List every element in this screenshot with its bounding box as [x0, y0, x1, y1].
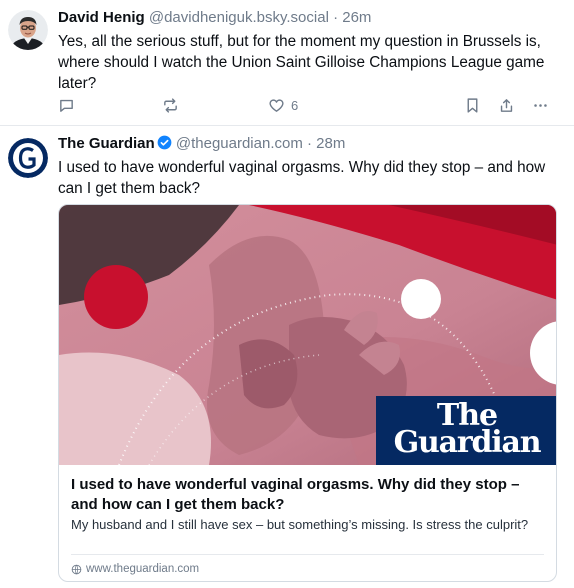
- verified-icon[interactable]: [157, 135, 172, 150]
- post-content: The Guardian @theguardian.com · 28m I us…: [58, 134, 560, 199]
- author-name[interactable]: David Henig: [58, 9, 145, 26]
- post-text: Yes, all the serious stuff, but for the …: [58, 33, 545, 92]
- card-divider: [71, 554, 544, 555]
- more-options-button[interactable]: [532, 95, 549, 115]
- post-header: The Guardian @theguardian.com · 28m: [58, 134, 560, 154]
- wordmark-line-2: Guardian: [393, 425, 542, 460]
- post-the-guardian[interactable]: The Guardian @theguardian.com · 28m I us…: [0, 126, 574, 588]
- more-icon: [534, 103, 547, 107]
- globe-icon: [71, 564, 82, 574]
- avatar-image: [8, 10, 48, 50]
- author-name[interactable]: The Guardian: [58, 135, 155, 152]
- share-icon: [500, 98, 513, 112]
- bookmark-icon: [467, 97, 478, 113]
- guardian-wordmark: The Guardian: [376, 398, 556, 465]
- avatar[interactable]: [8, 10, 48, 50]
- author-handle[interactable]: @theguardian.com: [176, 135, 303, 152]
- post-time[interactable]: 26m: [342, 9, 371, 26]
- post-content: David Henig @davidheniguk.bsky.social · …: [58, 8, 560, 94]
- separator: ·: [307, 135, 312, 152]
- post-david-henig[interactable]: David Henig @davidheniguk.bsky.social · …: [0, 0, 574, 126]
- repost-icon: [164, 97, 177, 113]
- post-actions: 6: [58, 95, 560, 115]
- bookmark-button[interactable]: [464, 95, 481, 115]
- post-header: David Henig @davidheniguk.bsky.social · …: [58, 8, 560, 28]
- like-button[interactable]: 6: [268, 95, 298, 115]
- post-text: I used to have wonderful vaginal orgasms…: [58, 159, 546, 197]
- repost-button[interactable]: [162, 95, 179, 115]
- like-icon: [269, 98, 284, 112]
- reply-button[interactable]: [58, 95, 75, 115]
- author-handle[interactable]: @davidheniguk.bsky.social: [149, 9, 329, 26]
- separator: ·: [333, 9, 339, 26]
- post-time[interactable]: 28m: [316, 135, 345, 152]
- card-description: My husband and I still have sex – but so…: [71, 517, 529, 532]
- guardian-logo-icon: [8, 138, 48, 178]
- card-title[interactable]: I used to have wonderful vaginal orgasms…: [71, 475, 542, 515]
- share-button[interactable]: [498, 95, 515, 115]
- reply-icon: [60, 99, 73, 112]
- like-count: 6: [291, 97, 299, 113]
- avatar[interactable]: [8, 138, 48, 178]
- card-domain-text: www.theguardian.com: [86, 563, 200, 575]
- card-domain[interactable]: www.theguardian.com: [71, 561, 199, 577]
- link-preview-card[interactable]: The Guardian I used to have wonderful va…: [58, 204, 557, 582]
